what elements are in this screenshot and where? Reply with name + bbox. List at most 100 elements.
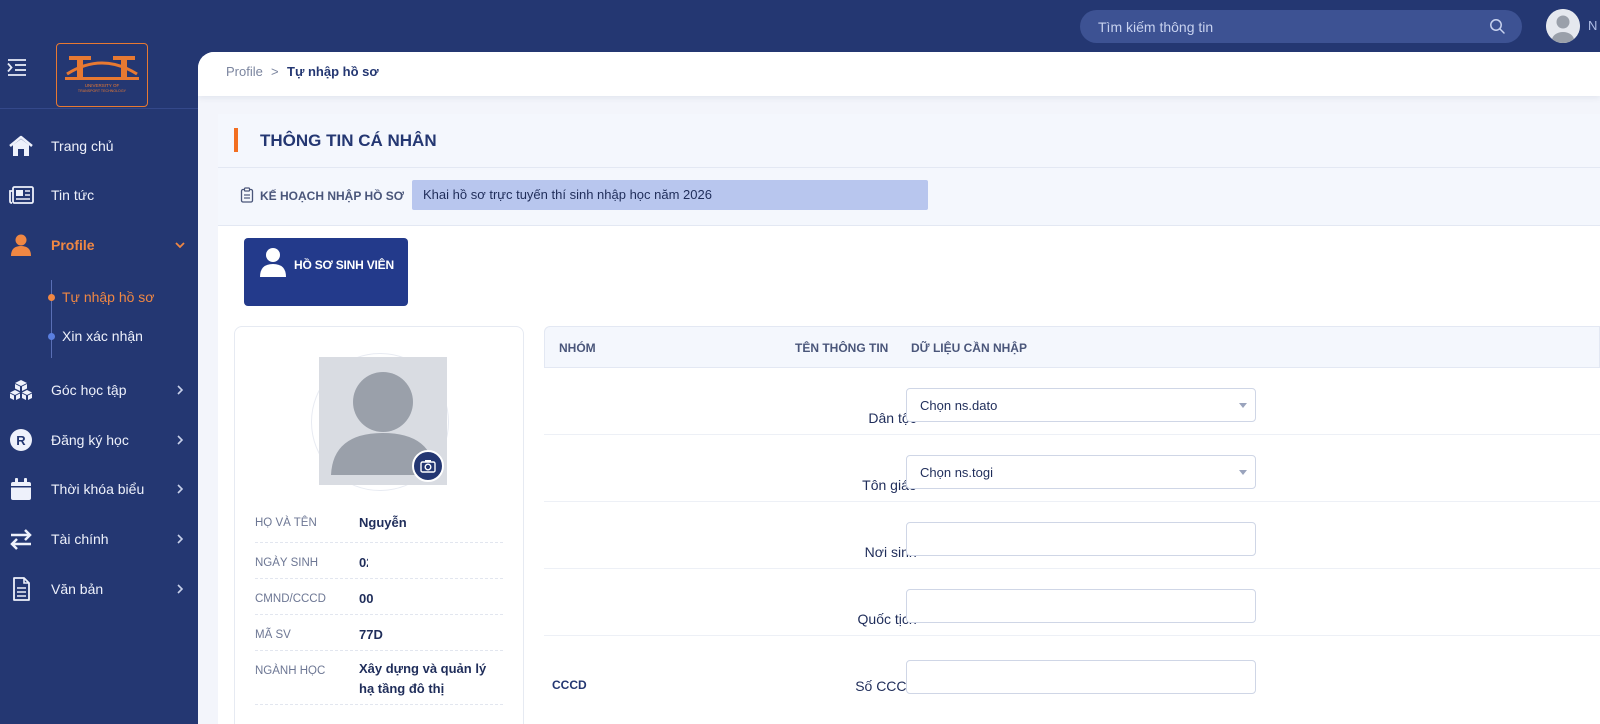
sidebar-item-news[interactable]: Tin tức xyxy=(0,177,198,213)
info-value: 00 xyxy=(359,591,374,606)
card-header: THÔNG TIN CÁ NHÂN xyxy=(218,114,1600,168)
redacted-area xyxy=(419,509,499,539)
info-value: Xây dựng và quản lý hạ tầng đô thị xyxy=(359,661,487,696)
breadcrumb-separator: > xyxy=(271,64,279,79)
column-header-name: TÊN THÔNG TIN xyxy=(795,341,889,355)
info-row-major: NGÀNH HỌC Xây dựng và quản lý hạ tầng đô… xyxy=(255,651,503,705)
sidebar-item-label: Đăng ký học xyxy=(51,432,129,448)
sidebar-item-label: Tài chính xyxy=(51,531,109,547)
religion-select[interactable]: Chọn ns.togi xyxy=(906,455,1256,489)
cccd-number-input[interactable] xyxy=(906,660,1256,694)
student-info-card: HỌ VÀ TÊN Nguyễn NGÀY SINH 02 CMND/CCCD … xyxy=(234,326,524,724)
user-name[interactable]: N xyxy=(1588,18,1597,33)
info-row-student-id: MÃ SV 77D xyxy=(255,615,503,651)
table-row: Nơi sinh * xyxy=(544,502,1600,569)
sidebar-item-label: Trang chủ xyxy=(51,138,114,154)
info-row-birth-date: NGÀY SINH 02 xyxy=(255,543,503,579)
search-input[interactable] xyxy=(1098,10,1478,43)
sidebar-item-label: Profile xyxy=(51,237,95,253)
chevron-right-icon xyxy=(177,534,184,544)
search-box[interactable] xyxy=(1080,10,1522,43)
user-icon xyxy=(11,234,31,256)
sidebar-item-documents[interactable]: Văn bản xyxy=(0,571,198,607)
bullet-icon xyxy=(48,333,55,340)
document-icon xyxy=(13,577,30,601)
sidebar-item-timetable[interactable]: Thời khóa biểu xyxy=(0,471,198,507)
sidebar-item-label: Thời khóa biểu xyxy=(51,481,145,497)
redacted-area xyxy=(383,617,483,649)
birthplace-input[interactable] xyxy=(906,522,1256,556)
sidebar-item-label: Góc học tập xyxy=(51,382,127,398)
info-label: CMND/CCCD xyxy=(255,593,326,605)
nationality-input[interactable] xyxy=(906,589,1256,623)
plan-value: Khai hồ sơ trực tuyến thí sinh nhập học … xyxy=(412,180,928,210)
submenu-line xyxy=(51,280,52,358)
chevron-right-icon xyxy=(177,484,184,494)
registered-icon: R xyxy=(10,429,32,451)
table-row: Dân tộc * Chọn ns.dato xyxy=(544,368,1600,435)
university-logo[interactable]: UNIVERSITY OF TRANSPORT TECHNOLOGY xyxy=(56,43,148,107)
title-accent-bar xyxy=(234,128,238,152)
sidebar-item-label: Tin tức xyxy=(51,187,95,203)
chevron-right-icon xyxy=(177,584,184,594)
redacted-area xyxy=(368,545,468,577)
sidebar-item-finance[interactable]: Tài chính xyxy=(0,521,198,557)
info-label: NGÀNH HỌC xyxy=(255,665,326,677)
search-icon[interactable] xyxy=(1489,18,1506,35)
svg-text:UNIVERSITY OF: UNIVERSITY OF xyxy=(85,83,120,88)
logo-icon: UNIVERSITY OF TRANSPORT TECHNOLOGY xyxy=(65,56,139,93)
avatar-icon xyxy=(1546,9,1580,43)
table-header: NHÓM TÊN THÔNG TIN DỮ LIỆU CẦN NHẬP xyxy=(544,326,1600,368)
table-row: Quốc tịch * xyxy=(544,569,1600,636)
personal-info-card: THÔNG TIN CÁ NHÂN KẾ HOẠCH NHẬP HỒ SƠ Kh… xyxy=(218,114,1600,724)
column-header-group: NHÓM xyxy=(559,341,596,355)
sidebar-item-label: Văn bản xyxy=(51,581,104,597)
sidebar-subitem-label: Tự nhập hồ sơ xyxy=(62,289,155,305)
main-panel: Profile > Tự nhập hồ sơ THÔNG TIN CÁ NHÂ… xyxy=(198,52,1600,724)
info-table: NHÓM TÊN THÔNG TIN DỮ LIỆU CẦN NHẬP Dân … xyxy=(544,326,1600,724)
svg-text:TRANSPORT TECHNOLOGY: TRANSPORT TECHNOLOGY xyxy=(78,89,127,93)
sidebar-item-study-corner[interactable]: Góc học tập xyxy=(0,372,198,408)
change-photo-button[interactable] xyxy=(412,450,444,482)
ethnicity-select-value: Chọn ns.dato xyxy=(920,398,998,413)
top-bar: N xyxy=(0,0,1600,52)
cubes-icon xyxy=(10,380,32,400)
sidebar: UNIVERSITY OF TRANSPORT TECHNOLOGY Trang… xyxy=(0,0,198,724)
calendar-icon xyxy=(11,478,31,500)
plan-label: KẾ HOẠCH NHẬP HỒ SƠ xyxy=(260,189,405,203)
chevron-right-icon xyxy=(177,385,184,395)
ethnicity-select[interactable]: Chọn ns.dato xyxy=(906,388,1256,422)
info-label: NGÀY SINH xyxy=(255,557,319,569)
caret-down-icon xyxy=(1239,470,1247,475)
info-row-id-card: CMND/CCCD 00 xyxy=(255,579,503,615)
bullet-icon xyxy=(48,294,55,301)
info-label: HỌ VÀ TÊN xyxy=(255,517,317,529)
home-icon xyxy=(9,135,33,156)
svg-text:R: R xyxy=(16,433,26,448)
column-header-data: DỮ LIỆU CẦN NHẬP xyxy=(911,341,1027,355)
menu-toggle-icon[interactable] xyxy=(6,57,28,79)
table-row: Tôn giáo * Chọn ns.togi xyxy=(544,435,1600,502)
religion-select-value: Chọn ns.togi xyxy=(920,465,993,480)
info-value: 77D xyxy=(359,627,383,642)
sidebar-item-profile[interactable]: Profile xyxy=(0,227,198,263)
clipboard-icon xyxy=(240,187,254,203)
info-label: MÃ SV xyxy=(255,629,291,641)
student-profile-button[interactable]: HỒ SƠ SINH VIÊN xyxy=(244,238,408,306)
exchange-icon xyxy=(10,529,32,550)
redacted-area xyxy=(379,581,479,613)
sidebar-item-home[interactable]: Trang chủ xyxy=(0,128,198,164)
caret-down-icon xyxy=(1239,403,1247,408)
breadcrumb: Profile > Tự nhập hồ sơ xyxy=(198,52,1600,96)
sidebar-divider xyxy=(0,108,198,109)
info-row-full-name: HỌ VÀ TÊN Nguyễn xyxy=(255,507,503,543)
user-icon xyxy=(260,248,286,277)
group-label-cccd: CCCD xyxy=(552,678,587,692)
user-avatar[interactable] xyxy=(1546,9,1580,43)
newspaper-icon xyxy=(9,186,34,204)
sidebar-item-course-registration[interactable]: R Đăng ký học xyxy=(0,422,198,458)
student-profile-button-label: HỒ SƠ SINH VIÊN xyxy=(294,258,394,272)
breadcrumb-link-profile[interactable]: Profile xyxy=(226,64,263,79)
breadcrumb-current: Tự nhập hồ sơ xyxy=(287,64,379,79)
chevron-right-icon xyxy=(177,435,184,445)
